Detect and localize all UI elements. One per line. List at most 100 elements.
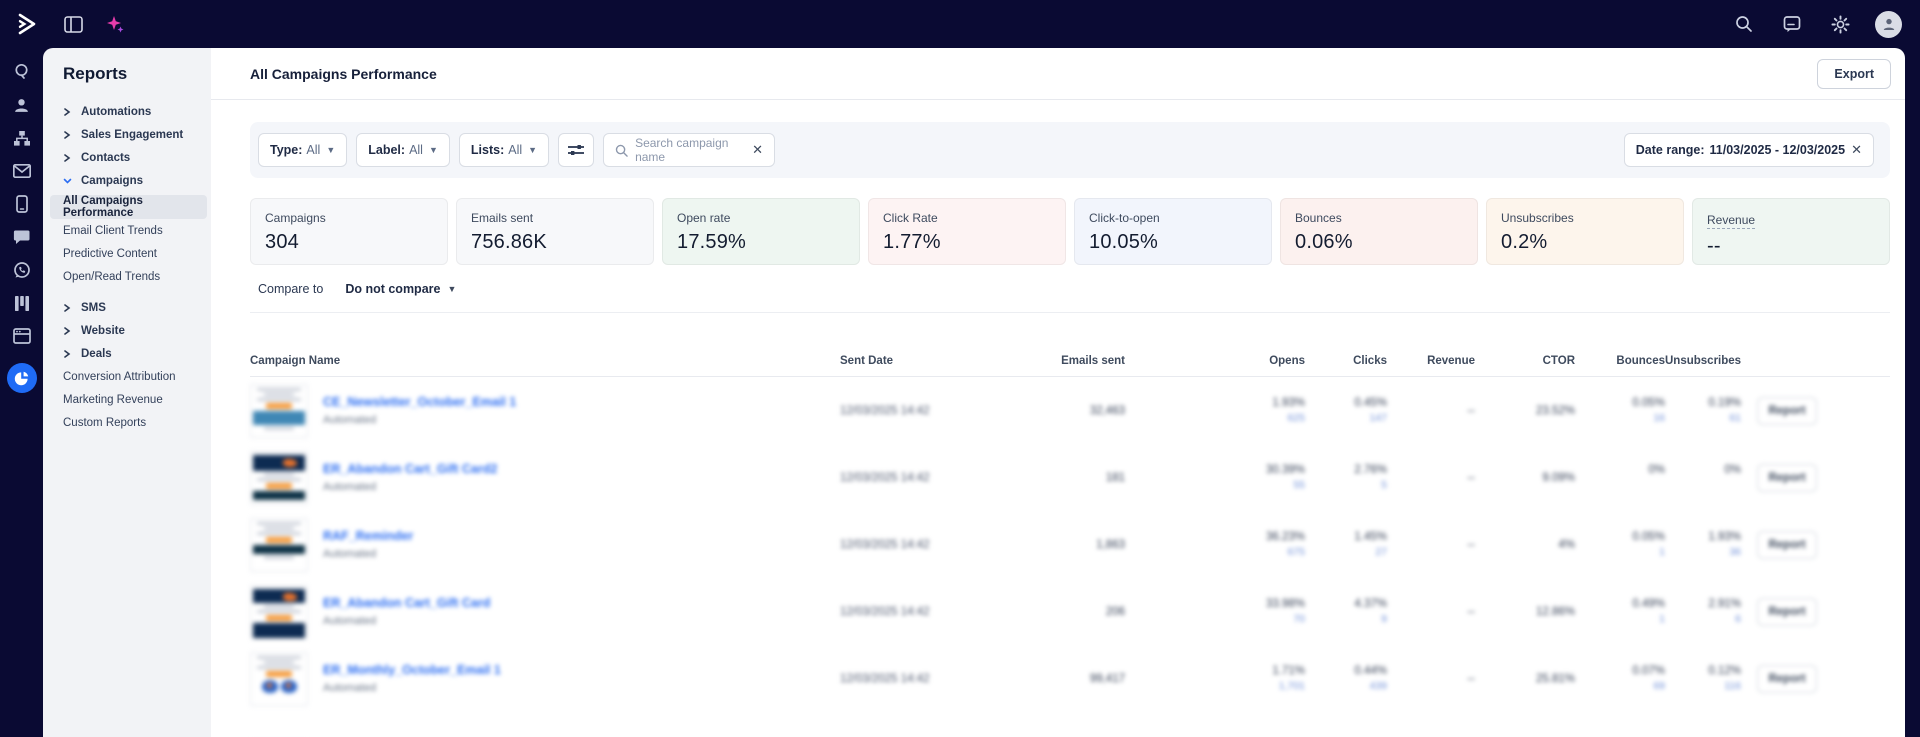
table-row: RAF_Reminder Automated 12/03/2025 14:42 … bbox=[250, 511, 1890, 578]
unsubscribes-count[interactable]: 116 bbox=[1665, 680, 1741, 692]
metric-card-click-to-open: Click-to-open 10.05% bbox=[1074, 198, 1272, 265]
sidebar-item-email-client-trends[interactable]: Email Client Trends bbox=[43, 219, 211, 242]
table-row: ER_Monthly_October_Email 1 Automated 12/… bbox=[250, 645, 1890, 712]
clicks-count[interactable]: 5 bbox=[1305, 479, 1387, 491]
search-campaign-input[interactable]: Search campaign name ✕ bbox=[603, 133, 775, 167]
filter-value: All bbox=[306, 143, 320, 157]
lists-filter-dropdown[interactable]: Lists: All ▼ bbox=[459, 133, 549, 167]
ctor-cell: 4% bbox=[1475, 539, 1575, 551]
ai-sparkle-icon[interactable] bbox=[102, 11, 128, 37]
filter-value: All bbox=[409, 143, 423, 157]
opens-count[interactable]: 625 bbox=[1125, 412, 1305, 424]
report-button[interactable]: Report bbox=[1757, 397, 1817, 425]
sidebar-item-label: Sales Engagement bbox=[81, 129, 183, 141]
sidebar-item-deals[interactable]: Deals bbox=[43, 342, 211, 365]
sidebar-item-custom-reports[interactable]: Custom Reports bbox=[43, 411, 211, 434]
automations-sitemap-icon[interactable] bbox=[12, 128, 32, 148]
report-button[interactable]: Report bbox=[1757, 531, 1817, 559]
settings-gear-icon[interactable] bbox=[1827, 11, 1853, 37]
clicks-count[interactable]: 147 bbox=[1305, 412, 1387, 424]
report-button[interactable]: Report bbox=[1757, 464, 1817, 492]
user-avatar[interactable] bbox=[1875, 11, 1902, 38]
clear-date-range-icon[interactable]: ✕ bbox=[1851, 142, 1862, 158]
col-unsubscribes: Unsubscribes bbox=[1665, 355, 1741, 376]
export-button[interactable]: Export bbox=[1817, 59, 1891, 89]
sidebar-item-marketing-revenue[interactable]: Marketing Revenue bbox=[43, 388, 211, 411]
sidebar-item-sales-engagement[interactable]: Sales Engagement bbox=[43, 123, 211, 146]
report-button[interactable]: Report bbox=[1757, 598, 1817, 626]
sidebar-item-campaigns[interactable]: Campaigns bbox=[43, 169, 211, 192]
activecampaign-logo-icon bbox=[14, 11, 40, 37]
opens-cell: 36.23% bbox=[1125, 531, 1305, 543]
search-icon[interactable] bbox=[1731, 11, 1757, 37]
clicks-count[interactable]: 27 bbox=[1305, 546, 1387, 558]
table-row: CE_Newsletter_October_Email 1 Automated … bbox=[250, 377, 1890, 444]
compare-dropdown[interactable]: Do not compare ▼ bbox=[345, 282, 456, 296]
opens-count[interactable]: 55 bbox=[1125, 479, 1305, 491]
campaign-name-link[interactable]: CE_Newsletter_October_Email 1 bbox=[323, 395, 516, 409]
unsubscribes-count[interactable]: 61 bbox=[1665, 412, 1741, 424]
more-filters-button[interactable] bbox=[558, 133, 594, 167]
filter-label: Type: bbox=[270, 143, 302, 157]
clicks-count[interactable]: 9 bbox=[1305, 613, 1387, 625]
sidebar-item-all-campaigns-performance[interactable]: All Campaigns Performance bbox=[50, 195, 207, 219]
campaign-name-link[interactable]: ER_Abandon Cart_Gift Card2 bbox=[323, 462, 497, 476]
forms-browser-icon[interactable] bbox=[12, 326, 32, 346]
unsubscribes-cell: 0.12% bbox=[1665, 665, 1741, 677]
bounces-count[interactable]: 16 bbox=[1575, 412, 1665, 424]
campaign-type: Automated bbox=[323, 414, 516, 426]
sms-phone-icon[interactable] bbox=[12, 194, 32, 214]
sent-date-cell: 12/03/2025 14:42 bbox=[840, 405, 1000, 417]
campaign-name-link[interactable]: ER_Monthly_October_Email 1 bbox=[323, 663, 501, 677]
sent-date-cell: 12/03/2025 14:42 bbox=[840, 472, 1000, 484]
campaign-name-link[interactable]: RAF_Reminder bbox=[323, 529, 413, 543]
reports-pie-icon-active[interactable] bbox=[7, 363, 37, 393]
unsubscribes-count[interactable]: 36 bbox=[1665, 546, 1741, 558]
opens-count[interactable]: 70 bbox=[1125, 613, 1305, 625]
unsubscribes-cell: 1.93% bbox=[1665, 531, 1741, 543]
bounces-count[interactable]: 69 bbox=[1575, 680, 1665, 692]
date-range-filter[interactable]: Date range: 11/03/2025 - 12/03/2025 ✕ bbox=[1624, 133, 1874, 167]
chat-icon[interactable] bbox=[1779, 11, 1805, 37]
unsubscribes-count[interactable]: 6 bbox=[1665, 613, 1741, 625]
report-button[interactable]: Report bbox=[1757, 665, 1817, 693]
sidebar-item-website[interactable]: Website bbox=[43, 319, 211, 342]
conversations-icon[interactable] bbox=[12, 227, 32, 247]
chevron-right-icon bbox=[63, 154, 77, 162]
unsubscribes-count[interactable] bbox=[1665, 479, 1741, 491]
col-sent-date: Sent Date bbox=[840, 355, 1000, 376]
campaign-name-link[interactable]: ER_Abandon Cart_Gift Card bbox=[323, 596, 490, 610]
bounces-cell: 0.49% bbox=[1575, 598, 1665, 610]
sidebar-item-conversion-attribution[interactable]: Conversion Attribution bbox=[43, 365, 211, 388]
metric-label: Emails sent bbox=[471, 211, 639, 225]
panel-toggle-icon[interactable] bbox=[60, 11, 86, 37]
chevron-right-icon bbox=[63, 108, 77, 116]
bounces-count[interactable]: 1 bbox=[1575, 546, 1665, 558]
bounces-count[interactable] bbox=[1575, 479, 1665, 491]
lightbulb-icon[interactable] bbox=[12, 62, 32, 82]
col-campaign-name: Campaign Name bbox=[250, 355, 840, 376]
bounces-count[interactable]: 1 bbox=[1575, 613, 1665, 625]
sidebar-item-predictive-content[interactable]: Predictive Content bbox=[43, 242, 211, 265]
opens-count[interactable]: 675 bbox=[1125, 546, 1305, 558]
metric-card-open-rate: Open rate 17.59% bbox=[662, 198, 860, 265]
label-filter-dropdown[interactable]: Label: All ▼ bbox=[356, 133, 450, 167]
sidebar-item-sms[interactable]: SMS bbox=[43, 296, 211, 319]
emails-sent-cell: 32,463 bbox=[1000, 405, 1125, 417]
campaigns-email-icon[interactable] bbox=[12, 161, 32, 181]
kanban-deals-icon[interactable] bbox=[12, 293, 32, 313]
whatsapp-icon[interactable] bbox=[12, 260, 32, 280]
col-emails-sent: Emails sent bbox=[1000, 355, 1125, 376]
opens-count[interactable]: 1,701 bbox=[1125, 680, 1305, 692]
filter-label: Date range: bbox=[1636, 143, 1705, 157]
type-filter-dropdown[interactable]: Type: All ▼ bbox=[258, 133, 347, 167]
sidebar-item-contacts[interactable]: Contacts bbox=[43, 146, 211, 169]
metric-value: 1.77% bbox=[883, 231, 1051, 254]
opens-cell: 1.93% bbox=[1125, 397, 1305, 409]
contacts-icon[interactable] bbox=[12, 95, 32, 115]
sliders-icon bbox=[568, 144, 584, 156]
clear-search-icon[interactable]: ✕ bbox=[752, 142, 763, 158]
clicks-count[interactable]: 439 bbox=[1305, 680, 1387, 692]
sidebar-item-automations[interactable]: Automations bbox=[43, 100, 211, 123]
sidebar-item-open-read-trends[interactable]: Open/Read Trends bbox=[43, 265, 211, 288]
